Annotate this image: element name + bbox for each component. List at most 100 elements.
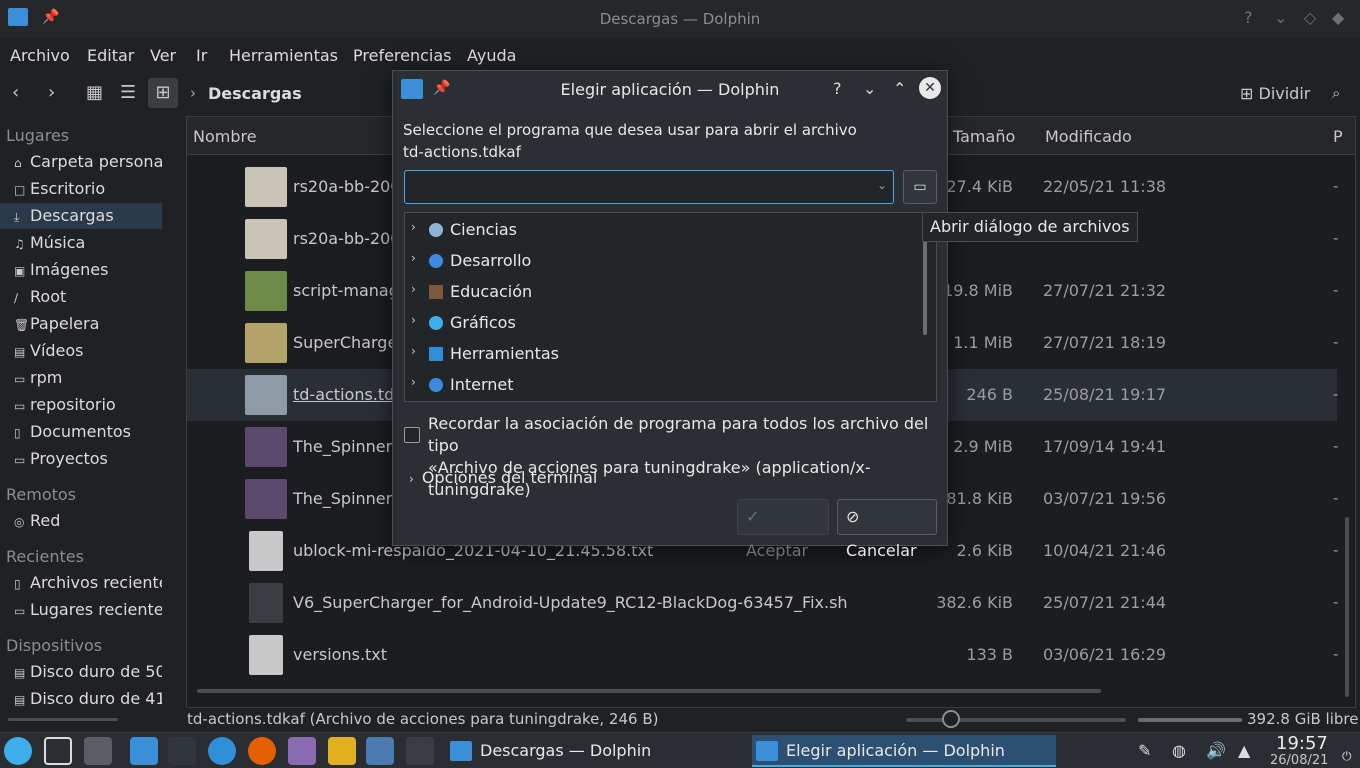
menu-ayuda[interactable]: Ayuda [467,46,516,65]
search-icon[interactable]: ⌕ [1332,84,1340,102]
power-icon[interactable]: ⏻ [1342,749,1352,764]
details-view-icon[interactable]: ⊞ [148,78,178,108]
sidebar-item-descargas[interactable]: ⤓ Descargas [0,203,162,229]
window-title: Descargas — Dolphin [599,10,761,28]
split-label: Dividir [1258,84,1311,103]
task-descargas[interactable]: Descargas — Dolphin [446,735,748,767]
icons-view-icon[interactable]: ▦ [86,82,103,103]
help-icon[interactable]: ? [833,79,842,98]
clock-date: 26/08/21 [1270,753,1329,768]
forward-icon[interactable]: › [48,82,55,103]
music-icon: ♫ [14,237,25,251]
root-icon: ∕ [14,291,19,305]
accept-button[interactable]: ✓ Aceptar [737,499,829,560]
brush-icon[interactable]: ✎ [1138,741,1151,760]
split-icon: ⊞ [1240,84,1259,103]
column-tamano[interactable]: Tamaño [953,127,1015,146]
tree-item-educacion[interactable]: › Educación [405,277,915,308]
app-launcher-icon[interactable] [4,737,32,765]
close-icon[interactable]: ✕ [919,77,941,99]
help-icon[interactable]: ? [1244,8,1253,27]
task-elegir-aplicacion[interactable]: Elegir aplicación — Dolphin [752,735,1056,767]
sidebar-item-carpeta-personal[interactable]: ⌂ Carpeta personal [0,149,162,175]
sidebar-item-lugares-recientes[interactable]: ▭ Lugares recientes [0,597,162,623]
window-icon[interactable] [366,737,394,765]
maximize-icon[interactable]: ◇ [1304,8,1316,27]
terminal-icon[interactable] [406,737,434,765]
tree-item-graficos[interactable]: › Gráficos [405,308,915,339]
sidebar-item-rpm[interactable]: ▭ rpm [0,365,162,391]
tree-item-herramientas[interactable]: › Herramientas [405,339,915,370]
sidebar-item-disco-1[interactable]: ▤ Disco duro de 50. [0,659,162,685]
network-globe-icon[interactable]: ◍ [1172,741,1186,760]
firefox-icon[interactable] [248,737,276,765]
application-combobox[interactable]: ⌄ [404,170,894,204]
chevron-right-icon[interactable]: › [411,251,416,265]
dolphin-folder-icon [450,741,472,761]
chevron-right-icon[interactable]: › [411,220,416,234]
remember-checkbox[interactable] [404,427,420,443]
zoom-slider-handle[interactable] [942,710,960,728]
tree-item-internet[interactable]: › Internet [405,370,915,401]
drive-icon: ▤ [14,666,26,680]
sidebar-item-videos[interactable]: ▤ Vídeos [0,338,162,364]
menu-ir[interactable]: Ir [196,46,207,65]
sidebar-item-proyectos[interactable]: ▭ Proyectos [0,446,162,472]
chevron-right-icon[interactable]: › [411,313,416,327]
minimize-icon[interactable]: ⌄ [1274,8,1287,27]
menu-herramientas[interactable]: Herramientas [229,46,338,65]
split-button[interactable]: ⊞ Dividir [1240,84,1310,103]
horizontal-scrollbar[interactable] [197,689,1101,693]
minimize-icon[interactable]: ⌄ [863,79,876,98]
tray-expand-icon[interactable]: ▲ [1238,741,1250,760]
sidebar-item-archivos-recientes[interactable]: ▯ Archivos reciente [0,570,162,596]
menu-archivo[interactable]: Archivo [10,46,70,65]
table-row[interactable]: versions.txt 133 B 03/06/21 16:29 - [187,629,1338,681]
sidebar-item-escritorio[interactable]: □ Escritorio [0,176,162,202]
prompt-filename: td-actions.tdkaf [403,143,521,161]
cancel-button[interactable]: ⊘ Cancelar [837,499,937,560]
show-desktop-icon[interactable] [44,737,72,765]
open-file-dialog-button[interactable]: ▭ [903,170,937,204]
chevron-right-icon[interactable]: › [411,282,416,296]
column-modificado[interactable]: Modificado [1045,127,1132,146]
science-icon [429,223,443,237]
sidebar-item-imagenes[interactable]: ▣ Imágenes [0,257,162,283]
sidebar-item-musica[interactable]: ♫ Música [0,230,162,256]
remember-label[interactable]: Recordar la asociación de programa para … [428,413,948,501]
video-icon: ▤ [14,345,26,359]
close-icon[interactable]: ◆ [1332,8,1344,27]
dolphin-launcher-icon[interactable] [130,737,158,765]
update-icon[interactable] [328,737,356,765]
column-extra[interactable]: P [1333,127,1343,146]
terminal-options-expander[interactable]: › Opciones del terminal [409,468,597,487]
table-row[interactable]: V6_SuperCharger_for_Android-Update9_RC12… [187,577,1338,629]
sidebar-item-papelera[interactable]: 🗑Papelera [0,311,162,337]
menu-ver[interactable]: Ver [150,46,176,65]
compact-view-icon[interactable]: ☰ [120,82,136,103]
sidebar-item-documentos[interactable]: ▯ Documentos [0,419,162,445]
system-settings-icon[interactable] [84,737,112,765]
chevron-right-icon[interactable]: › [411,375,416,389]
menu-editar[interactable]: Editar [87,46,134,65]
column-nombre[interactable]: Nombre [193,127,257,146]
maximize-icon[interactable]: ⌃ [893,79,906,98]
mixer-icon[interactable] [168,737,196,765]
sidebar-item-root[interactable]: ∕ Root [0,284,162,310]
gear-icon[interactable] [208,737,236,765]
vertical-scrollbar[interactable] [1345,517,1349,697]
audio-file-icon [245,479,287,519]
tree-item-desarrollo[interactable]: › Desarrollo [405,246,915,277]
back-icon[interactable]: ‹ [12,82,19,103]
download-icon: ⤓ [14,210,20,224]
breadcrumb[interactable]: Descargas [208,84,302,103]
tree-item-ciencias[interactable]: › Ciencias [405,215,915,246]
clock-time[interactable]: 19:57 [1276,733,1328,754]
volume-icon[interactable]: 🔊 [1206,741,1226,760]
zoom-slider-track[interactable] [906,718,1126,722]
menu-preferencias[interactable]: Preferencias [353,46,452,65]
sidebar-item-repositorio[interactable]: ▭ repositorio [0,392,162,418]
chevron-right-icon[interactable]: › [411,344,416,358]
sidebar-item-red[interactable]: ◎ Red [0,508,162,534]
chat-icon[interactable] [288,737,316,765]
